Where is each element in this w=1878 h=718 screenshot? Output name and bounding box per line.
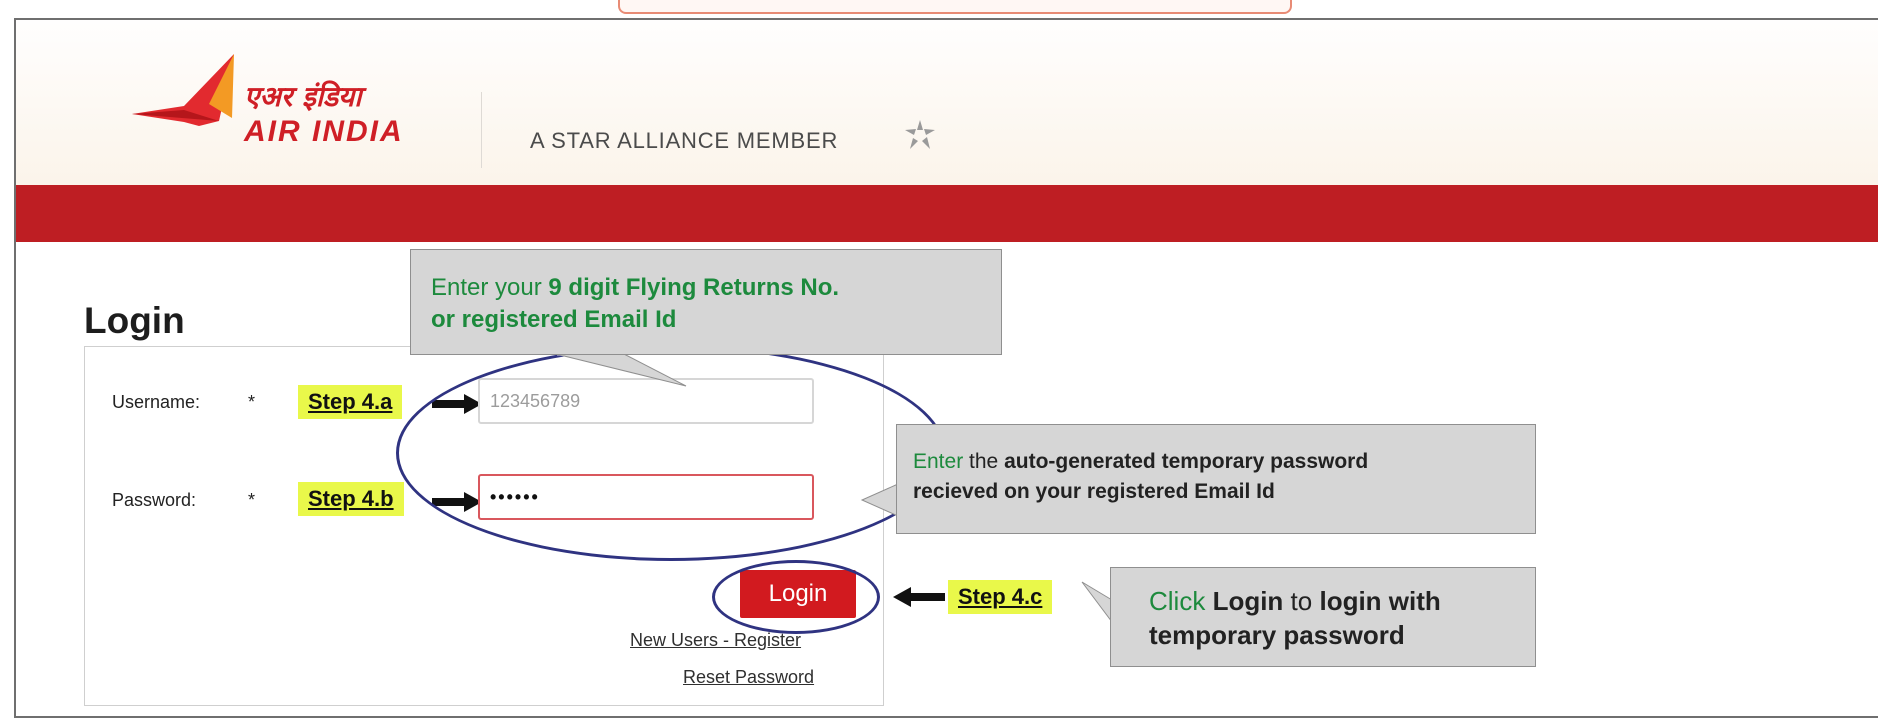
callout-text: Enter your <box>431 274 549 301</box>
login-title: Login <box>84 300 185 341</box>
callout-text: or registered Email Id <box>431 306 677 333</box>
logo-english-text: AIR INDIA <box>243 115 404 148</box>
callout-tail <box>1081 581 1114 624</box>
step-4c-badge: Step 4.c <box>948 580 1053 614</box>
callout-text: temporary password <box>1149 620 1405 650</box>
username-required-mark: * <box>248 392 256 412</box>
air-india-logo[interactable]: एअर इंडिया AIR INDIA <box>114 44 474 154</box>
alliance-text: A STAR ALLIANCE MEMBER <box>530 128 839 153</box>
callout-text: Enter <box>913 450 964 473</box>
login-button-highlight-ellipse <box>712 560 880 634</box>
reset-password-link[interactable]: Reset Password <box>683 667 814 688</box>
step-4a-badge: Step 4.a <box>298 385 403 419</box>
callout-text: to <box>1283 586 1320 616</box>
flying-swan-icon: एअर इंडिया AIR INDIA <box>132 54 404 148</box>
site-nav-bar <box>16 185 1878 242</box>
username-callout: Enter your 9 digit Flying Returns No. or… <box>410 249 1002 355</box>
username-label: Username: <box>112 392 201 412</box>
left-arrow-icon <box>893 587 945 607</box>
site-header: एअर इंडिया AIR INDIA A STAR ALLIANCE MEM… <box>16 20 1878 185</box>
step-4b-badge: Step 4.b <box>298 482 404 516</box>
callout-tail <box>555 352 687 387</box>
top-tab <box>618 0 1292 14</box>
callout-text: Click <box>1149 586 1213 616</box>
callout-text: recieved on your registered Email Id <box>913 480 1275 503</box>
callout-text: auto-generated temporary password <box>1004 450 1369 473</box>
login-callout: Click Login to login with temporary pass… <box>1110 567 1536 667</box>
password-required-mark: * <box>248 490 256 510</box>
callout-text: 9 digit Flying Returns No. <box>548 274 840 301</box>
password-label: Password: <box>112 490 197 510</box>
logo-hindi-text: एअर इंडिया <box>244 80 367 113</box>
header-divider <box>481 92 482 168</box>
star-alliance-icon <box>902 118 938 157</box>
password-callout: Enter the auto-generated temporary passw… <box>896 424 1536 534</box>
register-link[interactable]: New Users - Register <box>630 630 801 651</box>
callout-text: Login <box>1212 586 1284 616</box>
callout-text: the <box>963 450 1005 473</box>
callout-text: login with <box>1319 586 1441 616</box>
